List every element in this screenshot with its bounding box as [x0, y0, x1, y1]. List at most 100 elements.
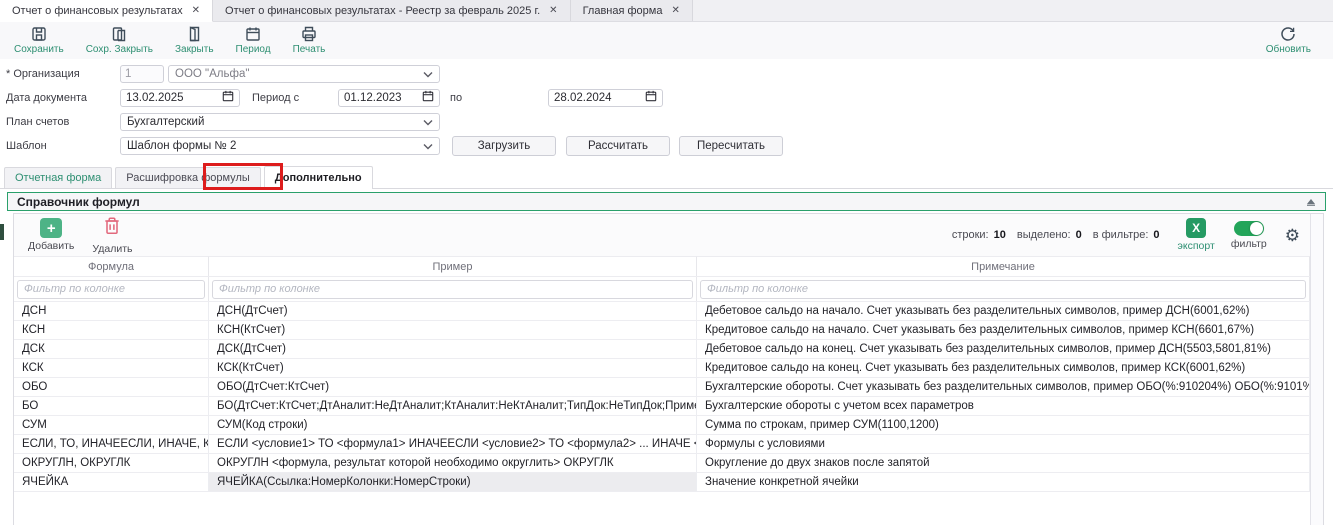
period-to-label: по: [450, 92, 548, 104]
gear-icon[interactable]: ⚙: [1285, 227, 1300, 244]
selected-count: 0: [1076, 229, 1082, 241]
table-row[interactable]: БО БО(ДтСчет:КтСчет;ДтАналит:НеДтАналит;…: [14, 396, 1310, 415]
app-window: Отчет о финансовых результатах ✕ Отчет о…: [0, 0, 1333, 525]
formula-grid: + Добавить Удалить строки:10 выделено:0 …: [13, 213, 1324, 525]
save-icon: [30, 25, 48, 43]
tab-financial-report-register[interactable]: Отчет о финансовых результатах - Реестр …: [213, 0, 571, 21]
subtab-formula-breakdown[interactable]: Расшифровка формулы: [115, 167, 260, 188]
export-excel-button[interactable]: X экспорт: [1178, 218, 1215, 252]
subtab-label: Отчетная форма: [15, 172, 101, 184]
toggle-on-icon[interactable]: [1234, 221, 1264, 236]
doc-date-field[interactable]: 13.02.2025: [120, 89, 240, 107]
cell-example: СУМ(Код строки): [209, 416, 697, 434]
doc-date-value: 13.02.2025: [126, 92, 184, 104]
doc-date-label: Дата документа: [4, 92, 120, 104]
cell-example: ЕСЛИ <условие1> ТО <формула1> ИНАЧЕЕСЛИ …: [209, 435, 697, 453]
table-row[interactable]: ДСК ДСК(ДтСчет) Дебетовое сальдо на коне…: [14, 339, 1310, 358]
calendar-icon[interactable]: [645, 89, 657, 107]
formula-directory-panel-header[interactable]: Справочник формул: [7, 192, 1326, 211]
load-button[interactable]: Загрузить: [452, 136, 556, 156]
column-header-example[interactable]: Пример: [209, 256, 697, 276]
close-icon[interactable]: ✕: [549, 5, 557, 16]
filter-cell: [697, 277, 1310, 301]
cell-note: Кредитовое сальдо на конец. Счет указыва…: [697, 359, 1310, 377]
period-label: Период: [236, 44, 271, 55]
save-close-button[interactable]: Сохр. Закрыть: [86, 25, 153, 55]
save-label: Сохранить: [14, 44, 64, 55]
subtab-label: Дополнительно: [275, 172, 362, 184]
cell-note: Формулы с условиями: [697, 435, 1310, 453]
save-button[interactable]: Сохранить: [14, 25, 64, 55]
chevron-down-icon: [423, 113, 433, 131]
dates-row: Дата документа 13.02.2025 Период с 01.12…: [4, 89, 1333, 107]
calculate-button[interactable]: Рассчитать: [566, 136, 670, 156]
vertical-scrollbar[interactable]: [1310, 214, 1323, 525]
chevron-down-icon: [423, 137, 433, 155]
cell-example: ОБО(ДтСчет:КтСчет): [209, 378, 697, 396]
recalculate-button[interactable]: Пересчитать: [679, 136, 783, 156]
side-panel-handle[interactable]: [0, 224, 4, 240]
column-header-note[interactable]: Примечание: [697, 256, 1310, 276]
chart-of-accounts-select[interactable]: Бухгалтерский: [120, 113, 440, 131]
printer-icon: [300, 25, 318, 43]
calendar-icon[interactable]: [222, 89, 234, 107]
add-row-button[interactable]: + Добавить: [28, 218, 74, 252]
subtab-report-form[interactable]: Отчетная форма: [4, 167, 112, 188]
selected-label: выделено:: [1017, 229, 1071, 241]
organization-value: ООО "Альфа": [175, 68, 249, 80]
period-to-field[interactable]: 28.02.2024: [548, 89, 663, 107]
calendar-icon[interactable]: [422, 89, 434, 107]
filter-toggle[interactable]: фильтр: [1231, 221, 1267, 250]
formula-grid-main: + Добавить Удалить строки:10 выделено:0 …: [14, 214, 1310, 525]
collapse-icon[interactable]: [1306, 193, 1316, 211]
chart-of-accounts-label: План счетов: [4, 116, 120, 128]
delete-row-button[interactable]: Удалить: [92, 216, 132, 255]
filter-input-example[interactable]: [212, 280, 693, 299]
rows-count: 10: [994, 229, 1006, 241]
print-button[interactable]: Печать: [293, 25, 326, 55]
cell-formula: ЕСЛИ, ТО, ИНАЧЕЕСЛИ, ИНАЧЕ, КОНЕЦ: [14, 435, 209, 453]
subtab-additional[interactable]: Дополнительно: [264, 166, 373, 189]
table-row[interactable]: КСК КСК(КтСчет) Кредитовое сальдо на кон…: [14, 358, 1310, 377]
refresh-button[interactable]: Обновить: [1266, 25, 1311, 55]
filtered-label: в фильтре:: [1093, 229, 1149, 241]
tab-financial-report[interactable]: Отчет о финансовых результатах ✕: [0, 0, 213, 22]
organization-row: * Организация ООО "Альфа": [4, 65, 1333, 83]
cell-note: Округление до двух знаков после запятой: [697, 454, 1310, 472]
cell-formula: ОКРУГЛН, ОКРУГЛК: [14, 454, 209, 472]
add-label: Добавить: [28, 240, 74, 252]
period-from-field[interactable]: 01.12.2023: [338, 89, 440, 107]
template-select[interactable]: Шаблон формы № 2: [120, 137, 440, 155]
table-row[interactable]: ОБО ОБО(ДтСчет:КтСчет) Бухгалтерские обо…: [14, 377, 1310, 396]
cell-note: Дебетовое сальдо на конец. Счет указыват…: [697, 340, 1310, 358]
close-icon[interactable]: ✕: [671, 5, 679, 16]
cell-note: Значение конкретной ячейки: [697, 473, 1310, 491]
organization-select[interactable]: ООО "Альфа": [168, 65, 440, 83]
table-row[interactable]: ОКРУГЛН, ОКРУГЛК ОКРУГЛН <формула, резул…: [14, 453, 1310, 472]
table-row[interactable]: ЕСЛИ, ТО, ИНАЧЕЕСЛИ, ИНАЧЕ, КОНЕЦ ЕСЛИ <…: [14, 434, 1310, 453]
period-button[interactable]: Период: [236, 25, 271, 55]
close-button[interactable]: Закрыть: [175, 25, 214, 55]
grid-empty-area: [14, 491, 1310, 525]
chevron-down-icon: [423, 65, 433, 83]
period-from-label: Период с: [252, 92, 338, 104]
filtered-count: 0: [1153, 229, 1159, 241]
filter-input-formula[interactable]: [17, 280, 205, 299]
tab-main-form[interactable]: Главная форма ✕: [571, 0, 693, 21]
period-from-value: 01.12.2023: [344, 92, 402, 104]
table-row[interactable]: ЯЧЕЙКА ЯЧЕЙКА(Ссылка:НомерКолонки:НомерС…: [14, 472, 1310, 491]
toggle-knob: [1250, 222, 1263, 235]
cell-example: ДСН(ДтСчет): [209, 302, 697, 320]
cell-example: КСН(КтСчет): [209, 321, 697, 339]
save-close-label: Сохр. Закрыть: [86, 44, 153, 55]
column-header-formula[interactable]: Формула: [14, 256, 209, 276]
filter-input-note[interactable]: [700, 280, 1306, 299]
grid-toolbar: + Добавить Удалить строки:10 выделено:0 …: [14, 214, 1310, 256]
organization-code-field[interactable]: [120, 65, 164, 83]
table-row[interactable]: КСН КСН(КтСчет) Кредитовое сальдо на нач…: [14, 320, 1310, 339]
cell-example: БО(ДтСчет:КтСчет;ДтАналит:НеДтАналит;КтА…: [209, 397, 697, 415]
grid-header-row: Формула Пример Примечание: [14, 256, 1310, 276]
table-row[interactable]: СУМ СУМ(Код строки) Сумма по строкам, пр…: [14, 415, 1310, 434]
table-row[interactable]: ДСН ДСН(ДтСчет) Дебетовое сальдо на нача…: [14, 301, 1310, 320]
close-icon[interactable]: ✕: [192, 5, 200, 16]
